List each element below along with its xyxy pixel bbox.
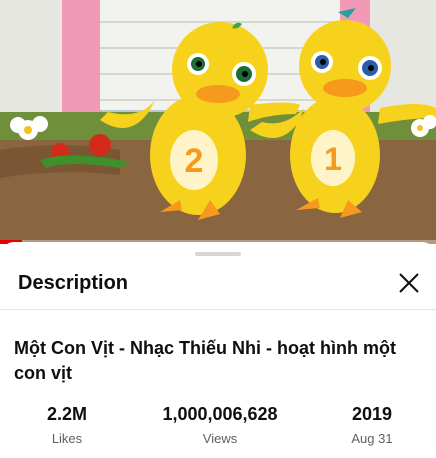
upload-date-stat: 2019 Aug 31 (330, 404, 414, 446)
description-sheet: Description Một Con Vịt - Nhạc Thiếu Nhi… (0, 242, 436, 458)
likes-stat: 2.2M Likes (24, 404, 110, 446)
video-frame: 2 1 (0, 0, 436, 244)
upload-year: 2019 (351, 404, 393, 424)
views-stat: 1,000,006,628 Views (140, 404, 300, 446)
views-count: 1,000,006,628 (162, 404, 278, 424)
views-label: Views (202, 431, 238, 446)
likes-count: 2.2M (46, 404, 88, 424)
svg-text:2: 2 (185, 142, 204, 180)
description-heading: Description (18, 272, 129, 294)
drag-handle[interactable] (195, 252, 241, 256)
svg-text:1: 1 (324, 141, 342, 177)
close-icon (399, 273, 419, 293)
video-player[interactable]: 2 1 (0, 0, 436, 244)
video-title: Một Con Vịt - Nhạc Thiếu Nhi - hoạt hình… (14, 338, 396, 383)
close-button[interactable] (394, 268, 424, 298)
likes-label: Likes (51, 431, 83, 446)
divider (0, 309, 436, 310)
upload-date: Aug 31 (351, 431, 393, 446)
